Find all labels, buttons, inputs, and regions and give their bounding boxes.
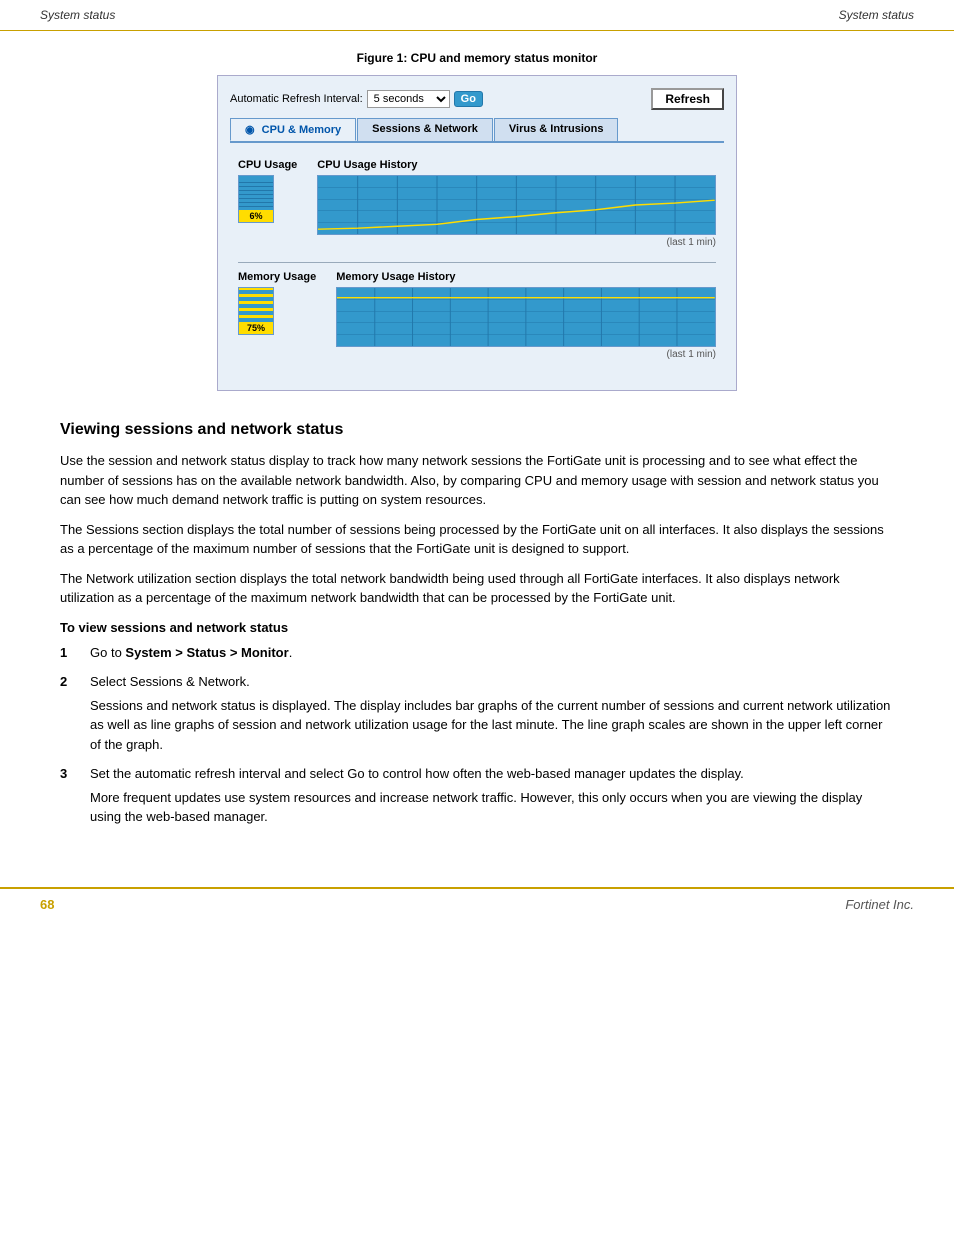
interval-label: Automatic Refresh Interval: [230,93,363,105]
interval-select[interactable]: 5 seconds 10 seconds 30 seconds [367,90,450,108]
cpu-bar-gauge: 6% [238,175,274,223]
go-button[interactable]: Go [454,91,483,107]
step-3: 3 Set the automatic refresh interval and… [60,764,894,827]
toolbar-left: Automatic Refresh Interval: 5 seconds 10… [230,90,483,108]
tab-virus-intrusions[interactable]: Virus & Intrusions [494,118,619,141]
step-2-text: Select Sessions & Network. [90,674,250,689]
tab-sessions-network[interactable]: Sessions & Network [357,118,493,141]
step-3-content: Set the automatic refresh interval and s… [90,764,894,827]
cpu-history-svg [318,176,715,234]
tabs-row: ◉ CPU & Memory Sessions & Network Virus … [230,118,724,143]
section-heading: Viewing sessions and network status [60,421,894,439]
cpu-history-graph [317,175,716,235]
body-para-2: The Sessions section displays the total … [60,520,894,559]
step-1-suffix: . [289,645,293,660]
footer-brand: Fortinet Inc. [845,897,914,912]
divider-1 [238,262,716,263]
memory-usage-row: Memory Usage 75% Memory Usage History [238,271,716,360]
eye-icon: ◉ [245,124,255,136]
memory-history-label: Memory Usage History [336,271,716,283]
footer-bar: 68 Fortinet Inc. [0,887,954,920]
step-1-number: 1 [60,643,90,663]
header-bar: System status System status [0,0,954,31]
screenshot-box: Automatic Refresh Interval: 5 seconds 10… [217,75,737,391]
memory-last-min-label: (last 1 min) [336,349,716,360]
cpu-bar-badge: 6% [239,210,273,222]
procedure-heading: To view sessions and network status [60,620,894,635]
header-left-title: System status [40,8,115,22]
memory-usage-section: Memory Usage 75% [238,271,316,335]
steps-list: 1 Go to System > Status > Monitor. 2 Sel… [60,643,894,827]
step-1: 1 Go to System > Status > Monitor. [60,643,894,663]
tab-virus-intrusions-label: Virus & Intrusions [509,123,604,135]
toolbar-row: Automatic Refresh Interval: 5 seconds 10… [230,88,724,110]
step-2-note: Sessions and network status is displayed… [90,696,894,755]
step-2-content: Select Sessions & Network. Sessions and … [90,672,894,754]
header-right-title: System status [839,8,914,22]
cpu-usage-label: CPU Usage [238,159,297,171]
body-para-1: Use the session and network status displ… [60,451,894,510]
tab-sessions-network-label: Sessions & Network [372,123,478,135]
cpu-usage-row: CPU Usage 6% CPU Usage History [238,159,716,248]
page-container: System status System status Figure 1: CP… [0,0,954,920]
body-para-3: The Network utilization section displays… [60,569,894,608]
memory-usage-label: Memory Usage [238,271,316,283]
memory-history-graph [336,287,716,347]
step-3-text: Set the automatic refresh interval and s… [90,766,744,781]
step-2-number: 2 [60,672,90,692]
cpu-history-section: CPU Usage History [317,159,716,248]
footer-page: 68 [40,897,54,912]
content-area: Figure 1: CPU and memory status monitor … [0,31,954,857]
step-1-bold: System > Status > Monitor [125,645,288,660]
step-1-text: Go to [90,645,125,660]
refresh-button[interactable]: Refresh [651,88,724,110]
memory-history-svg [337,288,715,346]
tab-cpu-memory[interactable]: ◉ CPU & Memory [230,118,356,141]
panel-content: CPU Usage 6% CPU Usage History [230,155,724,378]
cpu-history-label: CPU Usage History [317,159,716,171]
cpu-last-min-label: (last 1 min) [317,237,716,248]
memory-bar-badge: 75% [239,322,273,334]
figure-caption: Figure 1: CPU and memory status monitor [60,51,894,65]
memory-bar-gauge: 75% [238,287,274,335]
memory-history-section: Memory Usage History [336,271,716,360]
step-2: 2 Select Sessions & Network. Sessions an… [60,672,894,754]
step-1-content: Go to System > Status > Monitor. [90,643,894,663]
step-3-note: More frequent updates use system resourc… [90,788,894,827]
step-3-number: 3 [60,764,90,784]
tab-cpu-memory-label: CPU & Memory [262,124,341,136]
cpu-usage-section: CPU Usage 6% [238,159,297,223]
